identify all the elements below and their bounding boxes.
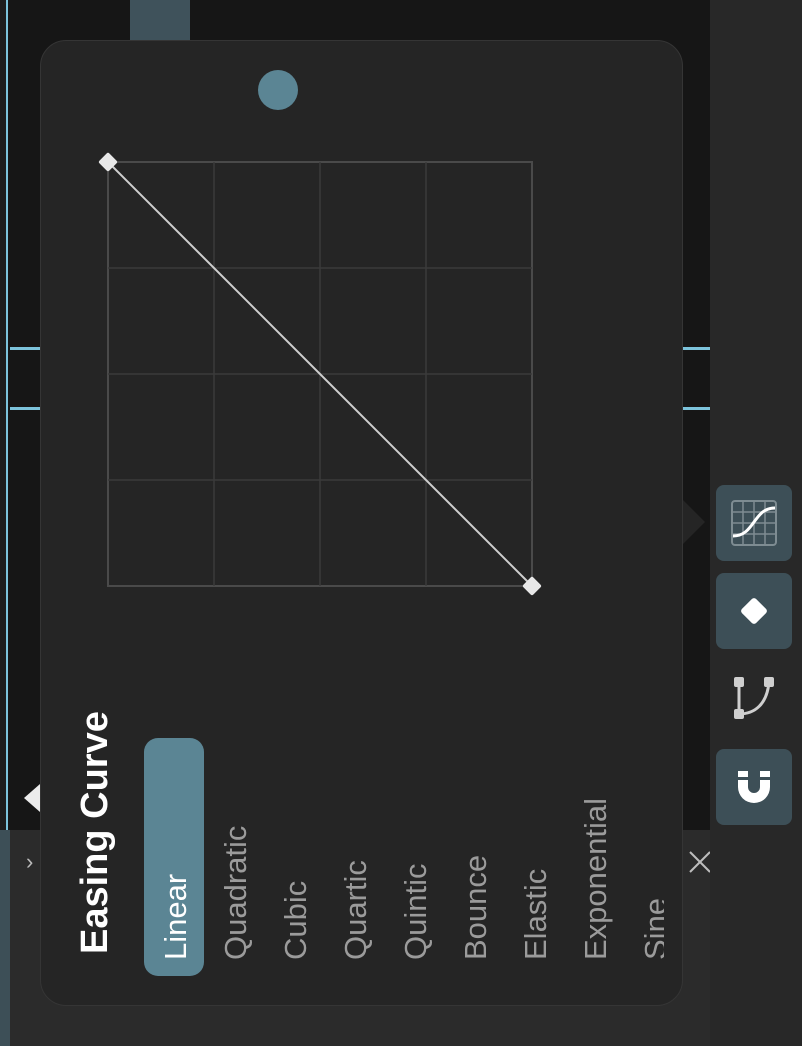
option-label: Elastic bbox=[518, 868, 553, 960]
easing-option-quintic[interactable]: Quintic bbox=[384, 738, 444, 976]
easing-option-quadratic[interactable]: Quadratic bbox=[204, 738, 264, 976]
easing-curve-tool-button[interactable] bbox=[716, 485, 792, 561]
bezier-path-icon bbox=[734, 677, 774, 719]
guide-line bbox=[10, 407, 40, 410]
easing-option-bounce[interactable]: Bounce bbox=[444, 738, 504, 976]
easing-option-elastic[interactable]: Elastic bbox=[504, 738, 564, 976]
option-label: Cubic bbox=[278, 880, 313, 960]
option-label: Sine bbox=[638, 897, 664, 960]
easing-curve-graph[interactable] bbox=[90, 145, 550, 605]
popover-title: Easing Curve bbox=[74, 711, 116, 954]
panel-collapse-arrow-icon[interactable] bbox=[24, 784, 40, 812]
magnet-icon bbox=[738, 771, 770, 803]
option-label: Bounce bbox=[458, 854, 493, 960]
option-label: Quintic bbox=[398, 863, 433, 960]
keyframe-diamond-icon bbox=[741, 598, 767, 624]
option-label: Quartic bbox=[338, 860, 373, 960]
option-label: Quadratic bbox=[218, 825, 253, 960]
popover-pointer bbox=[681, 498, 705, 546]
easing-option-quartic[interactable]: Quartic bbox=[324, 738, 384, 976]
snap-tool-button[interactable] bbox=[716, 749, 792, 825]
option-label: Exponential bbox=[578, 797, 613, 960]
option-label: Linear bbox=[158, 873, 193, 960]
timeline-ruler-marker-top bbox=[130, 0, 190, 40]
keyframe-tool-button[interactable] bbox=[716, 573, 792, 649]
easing-options-list[interactable]: Linear Quadratic Cubic Quartic Quintic B… bbox=[144, 730, 664, 978]
popover-drag-handle[interactable] bbox=[258, 70, 298, 110]
easing-option-sine[interactable]: Sine bbox=[624, 738, 664, 976]
guide-line bbox=[683, 347, 713, 350]
guide-line bbox=[683, 407, 713, 410]
guide-line bbox=[10, 347, 40, 350]
path-tool-button[interactable] bbox=[716, 661, 792, 737]
easing-option-exponential[interactable]: Exponential bbox=[564, 738, 624, 976]
easing-curve-icon bbox=[731, 500, 777, 546]
left-panel-edge bbox=[0, 0, 8, 830]
bottom-panel-edge bbox=[0, 830, 10, 1046]
easing-option-cubic[interactable]: Cubic bbox=[264, 738, 324, 976]
easing-option-linear[interactable]: Linear bbox=[144, 738, 204, 976]
